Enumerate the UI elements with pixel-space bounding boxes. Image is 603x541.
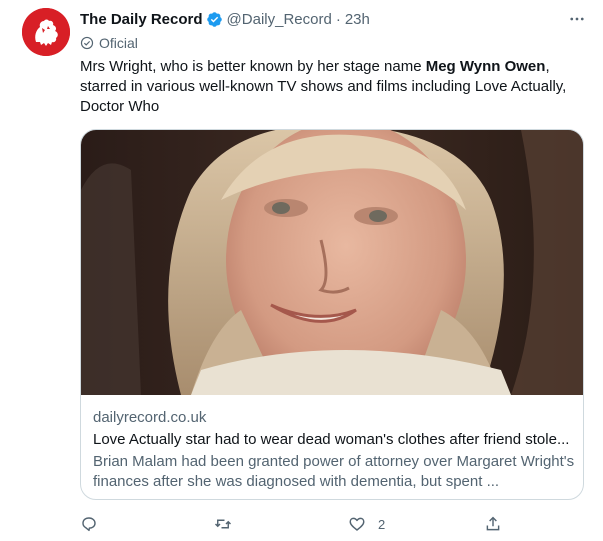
official-check-icon	[80, 36, 94, 50]
card-image[interactable]	[81, 130, 583, 395]
tweet-text-part: Mrs Wright, who is better known by her s…	[80, 58, 426, 75]
reply-icon	[82, 517, 96, 532]
verified-badge-icon	[206, 11, 222, 27]
lion-logo-icon	[22, 8, 70, 56]
tweet-actions: 2	[80, 512, 580, 536]
card-domain[interactable]: dailyrecord.co.uk	[93, 408, 206, 428]
like-icon	[349, 517, 365, 531]
reply-button[interactable]	[80, 512, 98, 536]
retweet-button[interactable]	[214, 512, 232, 536]
more-icon[interactable]	[564, 9, 590, 29]
tweet-text-bold: Meg Wynn Owen	[425, 58, 546, 75]
tweet-header: The Daily Record @Daily_Record · 23h	[80, 9, 370, 29]
card-title[interactable]: Love Actually star had to wear dead woma…	[93, 430, 577, 450]
share-icon	[486, 516, 500, 531]
author-handle[interactable]: @Daily_Record	[227, 11, 332, 28]
tweet-text: Mrs Wright, who is better known by her s…	[80, 57, 580, 117]
separator-dot: ·	[335, 10, 341, 28]
like-count: 2	[378, 516, 386, 532]
avatar[interactable]	[22, 8, 70, 56]
timestamp[interactable]: 23h	[345, 11, 370, 28]
like-button[interactable]: 2	[348, 512, 385, 536]
official-label: Oficial	[80, 34, 138, 52]
author-name[interactable]: The Daily Record	[80, 11, 203, 28]
link-card[interactable]: dailyrecord.co.uk Love Actually star had…	[80, 129, 584, 500]
share-button[interactable]	[484, 512, 502, 536]
card-description[interactable]: Brian Malam had been granted power of at…	[93, 452, 577, 492]
retweet-icon	[214, 519, 232, 529]
official-text: Oficial	[99, 35, 138, 51]
